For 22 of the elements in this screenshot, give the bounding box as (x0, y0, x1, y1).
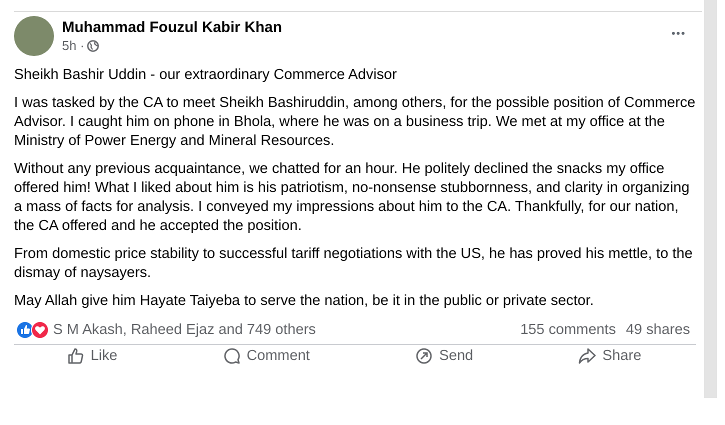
share-button[interactable]: Share (568, 345, 652, 367)
author-name[interactable]: Muhammad Fouzul Kabir Khan (62, 18, 666, 37)
share-arrow-icon (578, 347, 596, 365)
comment-count[interactable]: 155 comments (520, 322, 616, 338)
post-paragraph: I was tasked by the CA to meet Sheikh Bashiruddin, among others, for the possible position of Commerce Advisor. I caught him on phone in Bhola, where he was on a business trip. We met at my office at the Ministry of Power Energy and Mineral Resources. (14, 94, 696, 151)
send-button[interactable]: Send (405, 345, 484, 367)
post-paragraph: Without any previous acquaintance, we chatted for an hour. He politely declined the snacks my office offered him! What I liked about him is his patriotism, no-nonsense stubbornness, and clarity in organizing a mass of facts for analysis. I conveyed my impressions about him to the CA. Thankfully, for our nation, the CA offered and he accepted the position. (14, 160, 690, 236)
post-time[interactable]: 5h · (62, 38, 84, 53)
share-count[interactable]: 49 shares (626, 322, 690, 338)
post-paragraph: Sheikh Bashir Uddin - our extraordinary Commerce Advisor (14, 66, 398, 85)
more-options-button[interactable]: ••• (665, 24, 692, 44)
send-icon (415, 347, 434, 365)
scrollbar[interactable] (704, 0, 717, 398)
post-paragraph: May Allah give him Hayate Taiyeba to serve the nation, be it in the public or private sector. (14, 292, 595, 311)
reaction-summary[interactable]: S M Akash, Raheed Ejaz and 749 others (53, 322, 316, 338)
avatar-photo-placeholder[interactable] (14, 16, 54, 56)
thumbs-up-icon (66, 347, 85, 365)
globe-icon (87, 40, 100, 52)
post-paragraph: From domestic price stability to successful tariff negotiations with the US, he has proved his mettle, to the dismay of naysayers. (14, 245, 694, 283)
comment-button[interactable]: Comment (212, 345, 320, 367)
like-button[interactable]: Like (56, 345, 128, 367)
speech-bubble-icon (222, 347, 241, 365)
